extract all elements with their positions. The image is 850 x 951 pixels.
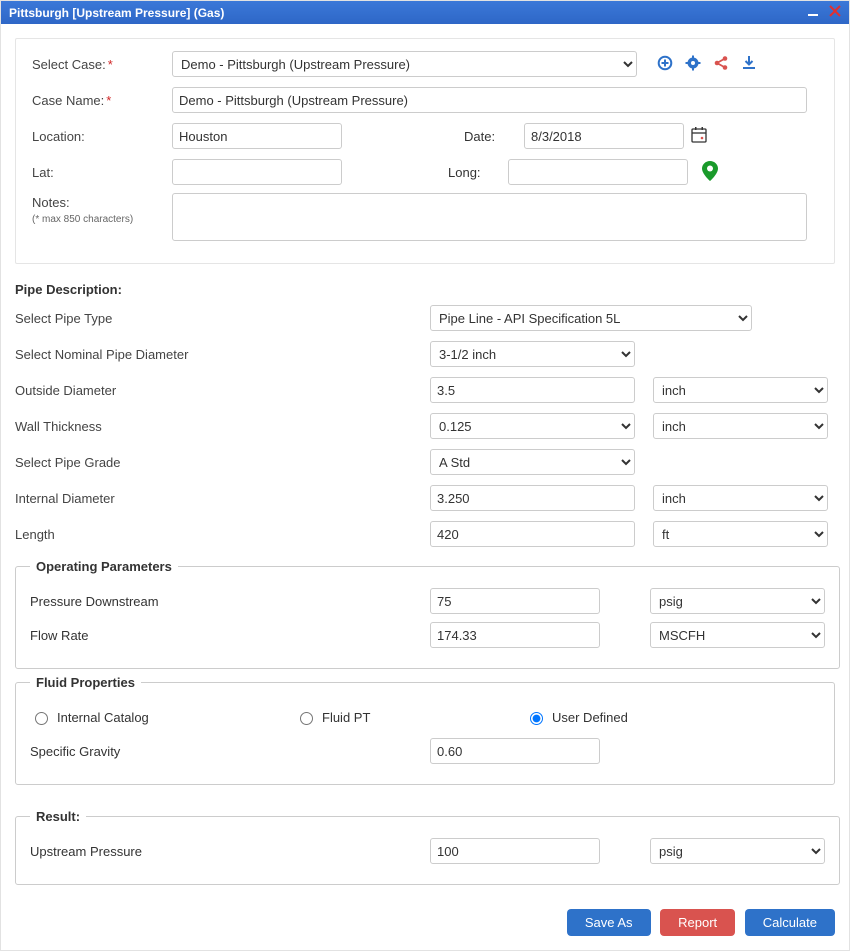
required-marker: * — [108, 57, 113, 72]
select-case-dropdown[interactable]: Demo - Pittsburgh (Upstream Pressure) — [172, 51, 637, 77]
lat-input[interactable] — [172, 159, 342, 185]
internal-diameter-input[interactable] — [430, 485, 635, 511]
notes-textarea[interactable] — [172, 193, 807, 241]
pipe-description-header: Pipe Description: — [15, 282, 835, 297]
button-bar: Save As Report Calculate — [1, 899, 849, 950]
operating-parameters-section: Operating Parameters Pressure Downstream… — [15, 559, 840, 669]
pipe-grade-label: Select Pipe Grade — [15, 455, 430, 470]
add-icon[interactable] — [657, 55, 673, 74]
length-label: Length — [15, 527, 430, 542]
specific-gravity-input[interactable] — [430, 738, 600, 764]
pressure-downstream-input[interactable] — [430, 588, 600, 614]
notes-hint: (* max 850 characters) — [32, 214, 172, 225]
long-label: Long: — [448, 165, 508, 180]
outside-diameter-input — [430, 377, 635, 403]
fluid-opt-internal-catalog[interactable]: Internal Catalog — [30, 709, 295, 725]
flow-rate-label: Flow Rate — [30, 628, 430, 643]
flow-rate-input[interactable] — [430, 622, 600, 648]
case-name-input[interactable] — [172, 87, 807, 113]
outside-diameter-label: Outside Diameter — [15, 383, 430, 398]
result-section: Result: Upstream Pressure psig — [15, 809, 840, 885]
date-input[interactable] — [524, 123, 684, 149]
minimize-icon[interactable] — [807, 5, 819, 20]
upstream-pressure-unit[interactable]: psig — [650, 838, 825, 864]
pressure-downstream-unit[interactable]: psig — [650, 588, 825, 614]
fluid-pt-radio[interactable] — [300, 712, 313, 725]
wall-thickness-unit[interactable]: inch — [653, 413, 828, 439]
internal-diameter-unit[interactable]: inch — [653, 485, 828, 511]
select-case-label: Select Case: — [32, 57, 106, 72]
pipe-grade-dropdown[interactable]: A Std — [430, 449, 635, 475]
gear-icon[interactable] — [685, 55, 701, 74]
specific-gravity-label: Specific Gravity — [30, 744, 430, 759]
internal-catalog-radio[interactable] — [35, 712, 48, 725]
notes-label: Notes: — [32, 195, 172, 210]
lat-label: Lat: — [32, 165, 172, 180]
case-name-label: Case Name: — [32, 93, 104, 108]
length-input[interactable] — [430, 521, 635, 547]
window-title: Pittsburgh [Upstream Pressure] (Gas) — [9, 6, 224, 20]
pipe-description-section: Select Pipe Type Pipe Line - API Specifi… — [15, 303, 835, 549]
case-panel: Select Case:* Demo - Pittsburgh (Upstrea… — [15, 38, 835, 264]
pipe-type-label: Select Pipe Type — [15, 311, 430, 326]
wall-thickness-dropdown[interactable]: 0.125 — [430, 413, 635, 439]
main-window: Pittsburgh [Upstream Pressure] (Gas) Sel… — [0, 0, 850, 951]
download-icon[interactable] — [741, 55, 757, 74]
length-unit[interactable]: ft — [653, 521, 828, 547]
calendar-icon[interactable] — [690, 126, 708, 147]
fluid-properties-legend: Fluid Properties — [30, 675, 141, 690]
calculate-button[interactable]: Calculate — [745, 909, 835, 936]
outside-diameter-unit[interactable]: inch — [653, 377, 828, 403]
share-icon[interactable] — [713, 55, 729, 74]
save-as-button[interactable]: Save As — [567, 909, 651, 936]
pipe-type-dropdown[interactable]: Pipe Line - API Specification 5L — [430, 305, 752, 331]
nominal-diameter-label: Select Nominal Pipe Diameter — [15, 347, 430, 362]
nominal-diameter-dropdown[interactable]: 3-1/2 inch — [430, 341, 635, 367]
fluid-opt-user-defined[interactable]: User Defined — [525, 709, 628, 725]
upstream-pressure-label: Upstream Pressure — [30, 844, 430, 859]
required-marker: * — [106, 93, 111, 108]
operating-parameters-legend: Operating Parameters — [30, 559, 178, 574]
pressure-downstream-label: Pressure Downstream — [30, 594, 430, 609]
fluid-opt-fluid-pt[interactable]: Fluid PT — [295, 709, 525, 725]
location-label: Location: — [32, 129, 172, 144]
titlebar: Pittsburgh [Upstream Pressure] (Gas) — [1, 1, 849, 24]
internal-diameter-label: Internal Diameter — [15, 491, 430, 506]
location-input[interactable] — [172, 123, 342, 149]
long-input[interactable] — [508, 159, 688, 185]
user-defined-radio[interactable] — [530, 712, 543, 725]
map-pin-icon[interactable] — [702, 161, 718, 184]
date-label: Date: — [464, 129, 524, 144]
result-legend: Result: — [30, 809, 86, 824]
report-button[interactable]: Report — [660, 909, 735, 936]
close-icon[interactable] — [829, 5, 841, 20]
flow-rate-unit[interactable]: MSCFH — [650, 622, 825, 648]
fluid-properties-section: Fluid Properties Internal Catalog Fluid … — [15, 675, 835, 785]
upstream-pressure-output — [430, 838, 600, 864]
wall-thickness-label: Wall Thickness — [15, 419, 430, 434]
